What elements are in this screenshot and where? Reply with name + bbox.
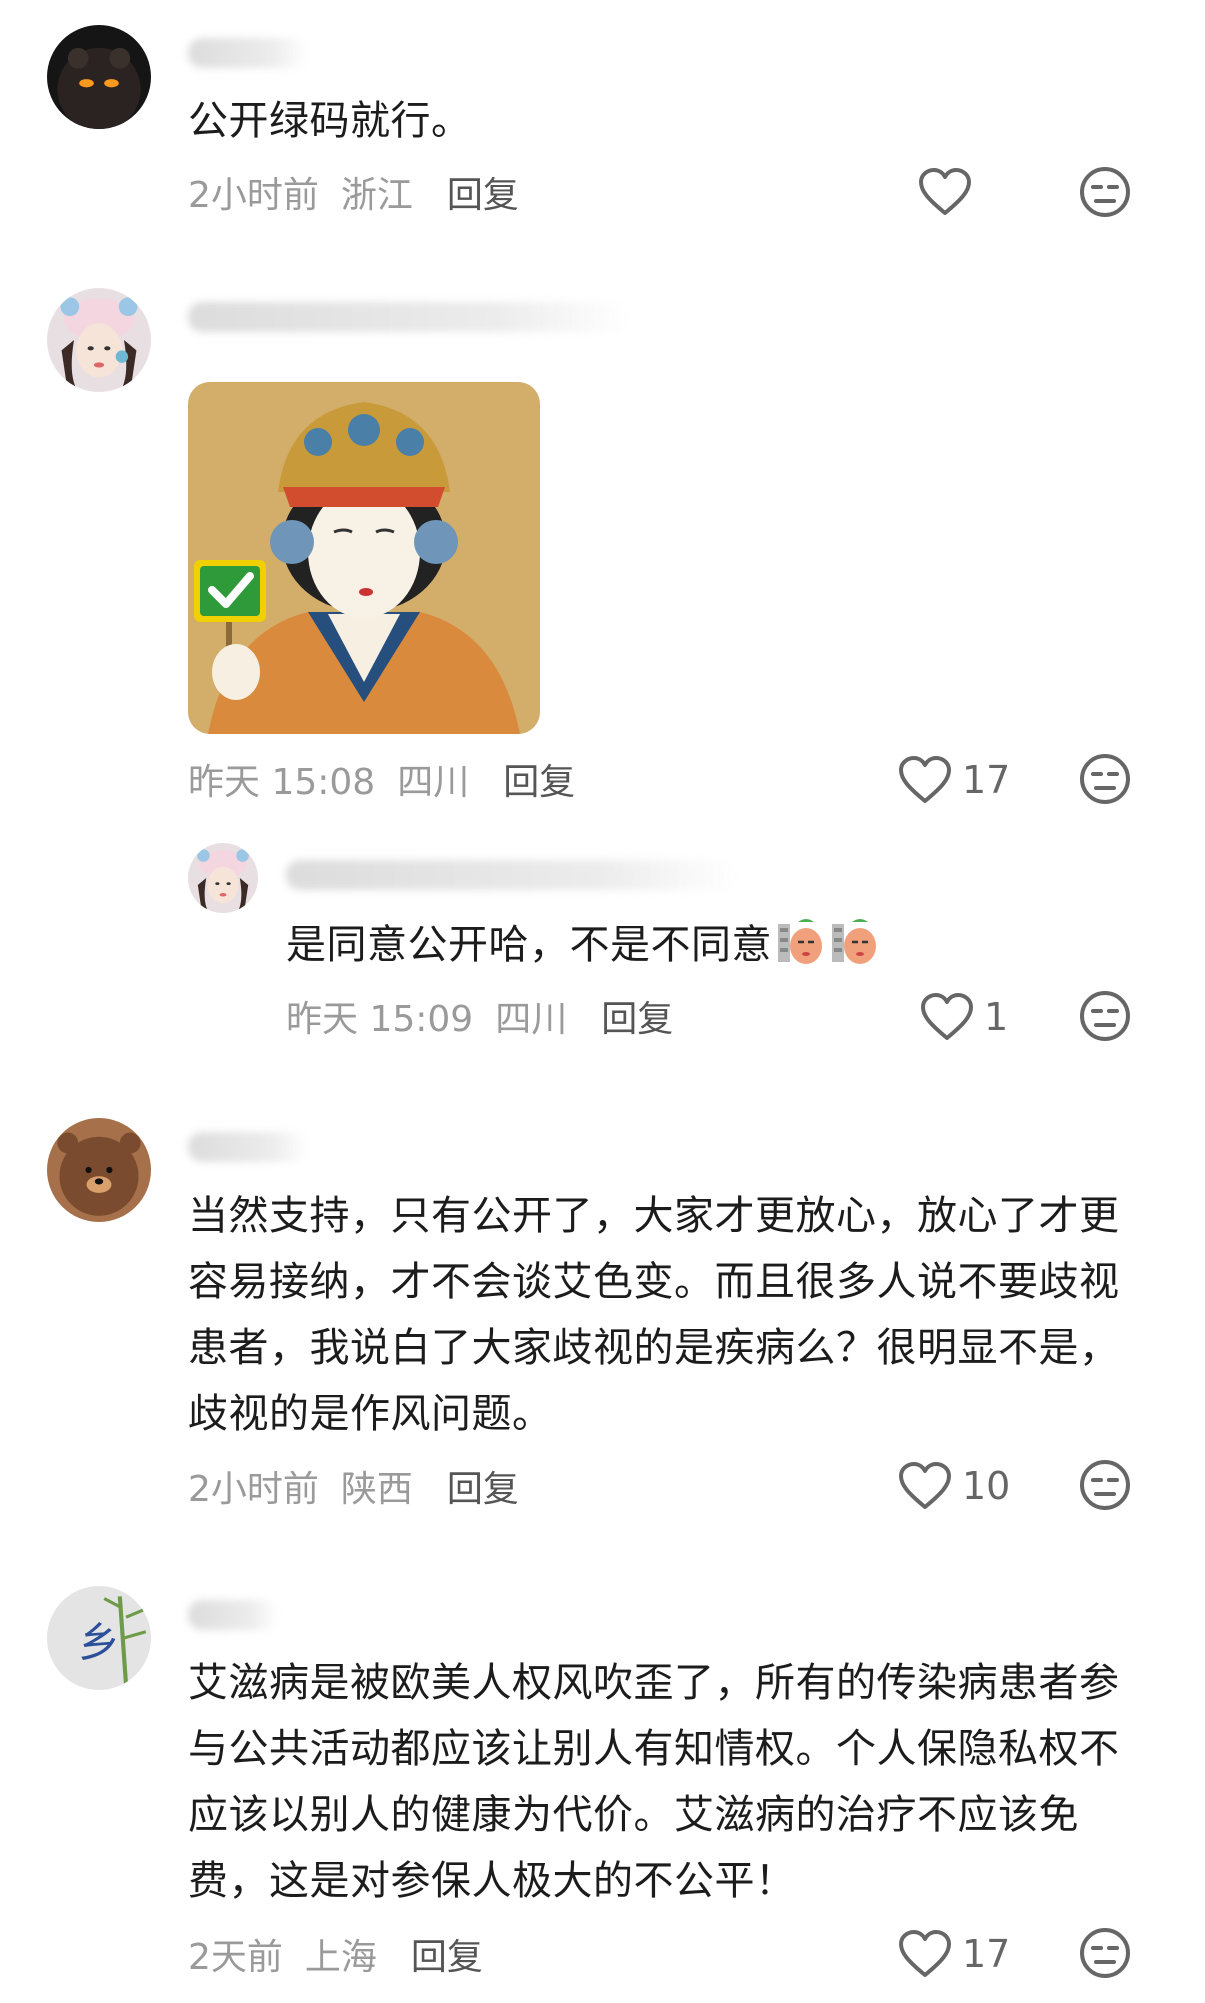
reply-button[interactable]: 回复 bbox=[447, 1469, 519, 1510]
heart-outline-icon bbox=[921, 993, 973, 1040]
unamused-face-icon bbox=[1080, 167, 1130, 217]
unamused-face-icon bbox=[1080, 1928, 1130, 1978]
heart-outline-icon bbox=[899, 756, 951, 803]
comment-meta: 2小时前 浙江 回复 bbox=[188, 166, 519, 218]
reply-text-content: 是同意公开哈，不是不同意 bbox=[286, 922, 772, 968]
sticker-image[interactable] bbox=[188, 382, 540, 734]
comment-meta: 昨天 15:08 四川 回复 bbox=[188, 753, 575, 805]
username-blurred[interactable] bbox=[286, 860, 736, 890]
reply-button[interactable]: 回复 bbox=[601, 999, 673, 1040]
reply-avatar[interactable] bbox=[188, 843, 258, 913]
username-blurred[interactable] bbox=[188, 302, 628, 332]
like-count: 17 bbox=[962, 1932, 1011, 1976]
comment-meta: 2小时前 陕西 回复 bbox=[188, 1460, 519, 1512]
dislike-button[interactable] bbox=[1078, 1458, 1132, 1512]
username-blurred[interactable] bbox=[188, 1600, 278, 1630]
comment-text: 公开绿码就行。 bbox=[188, 98, 472, 144]
heart-outline-icon bbox=[899, 1930, 951, 1977]
like-count: 10 bbox=[962, 1464, 1011, 1508]
avatar[interactable] bbox=[47, 288, 151, 392]
empress-painting-sticker bbox=[188, 382, 540, 734]
unamused-face-icon bbox=[1080, 754, 1130, 804]
sausage-emoji-icon bbox=[776, 914, 826, 966]
avatar[interactable] bbox=[47, 25, 151, 129]
unamused-face-icon bbox=[1080, 1460, 1130, 1510]
username-blurred[interactable] bbox=[188, 38, 308, 68]
username-blurred[interactable] bbox=[188, 1132, 308, 1162]
reply-location: 四川 bbox=[495, 999, 568, 1040]
comment-time: 2小时前 bbox=[188, 175, 319, 216]
like-button[interactable]: 17 bbox=[898, 1924, 1010, 1984]
comment-meta: 2天前 上海 回复 bbox=[188, 1928, 483, 1980]
comment-time: 2小时前 bbox=[188, 1469, 319, 1510]
reply-text: 是同意公开哈，不是不同意 bbox=[286, 912, 1146, 978]
comment-text: 当然支持，只有公开了，大家才更放心，放心了才更容易接纳，才不会谈艾色变。而且很多… bbox=[188, 1193, 1120, 1437]
dislike-button[interactable] bbox=[1078, 989, 1132, 1043]
comment-location: 四川 bbox=[397, 762, 470, 803]
like-button[interactable]: 10 bbox=[898, 1456, 1010, 1516]
comment-location: 上海 bbox=[304, 1937, 377, 1978]
reply-button[interactable]: 回复 bbox=[503, 762, 575, 803]
comment-time: 2天前 bbox=[188, 1937, 283, 1978]
like-button[interactable] bbox=[918, 162, 982, 222]
like-count: 1 bbox=[984, 995, 1009, 1039]
avatar-brown-bear-image bbox=[47, 1118, 151, 1222]
avatar[interactable]: 乡 bbox=[47, 1586, 151, 1690]
reply-button[interactable]: 回复 bbox=[447, 175, 519, 216]
dislike-button[interactable] bbox=[1078, 752, 1132, 806]
comment-location: 陕西 bbox=[340, 1469, 413, 1510]
avatar[interactable] bbox=[47, 1118, 151, 1222]
comment-text: 艾滋病是被欧美人权风吹歪了，所有的传染病患者参与公共活动都应该让别人有知情权。个… bbox=[188, 1660, 1120, 1904]
dislike-button[interactable] bbox=[1078, 165, 1132, 219]
heart-outline-icon bbox=[899, 1462, 951, 1509]
unamused-face-icon bbox=[1080, 991, 1130, 1041]
dislike-button[interactable] bbox=[1078, 1926, 1132, 1980]
svg-text:乡: 乡 bbox=[78, 1618, 120, 1667]
like-button[interactable]: 17 bbox=[898, 750, 1010, 810]
reply-button[interactable]: 回复 bbox=[411, 1937, 483, 1978]
sausage-emoji-icon bbox=[830, 914, 880, 966]
comment-time: 昨天 15:08 bbox=[188, 762, 376, 803]
reply-meta: 昨天 15:09 四川 回复 bbox=[286, 990, 673, 1042]
avatar-girl-image bbox=[188, 843, 258, 913]
avatar-bamboo-calligraphy-image: 乡 bbox=[47, 1586, 151, 1690]
like-button[interactable]: 1 bbox=[920, 987, 1008, 1047]
comment-location: 浙江 bbox=[340, 175, 413, 216]
reply-time: 昨天 15:09 bbox=[286, 999, 474, 1040]
like-count: 17 bbox=[962, 758, 1011, 802]
avatar-girl-image bbox=[47, 288, 151, 392]
avatar-dark-creature-image bbox=[47, 25, 151, 129]
heart-outline-icon bbox=[919, 168, 971, 215]
